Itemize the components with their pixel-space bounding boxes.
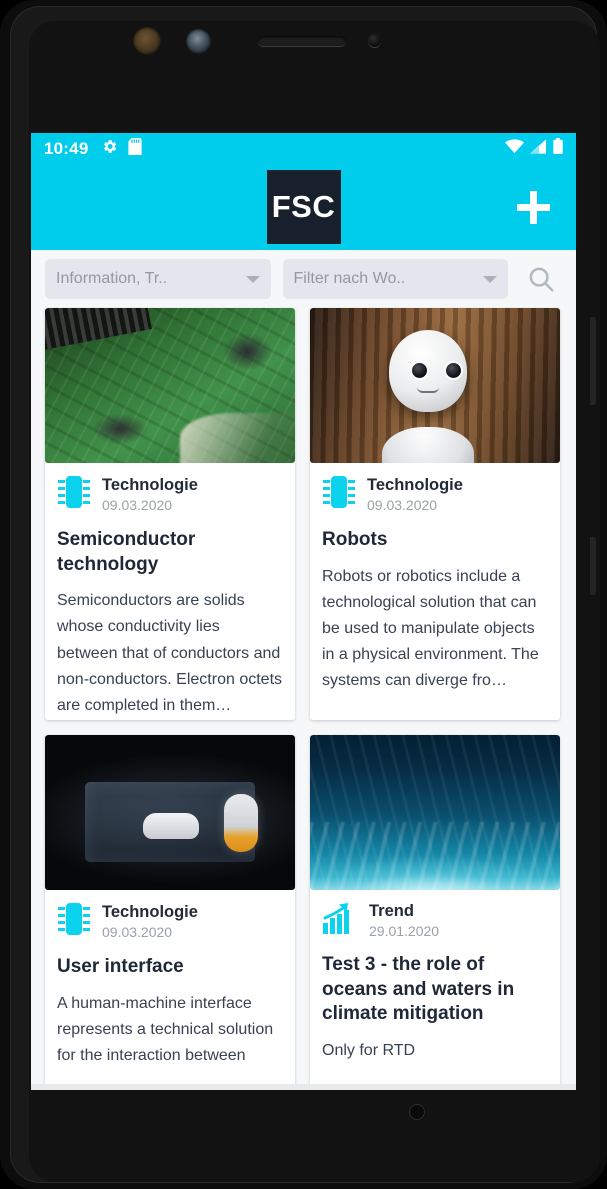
chevron-down-icon [483,275,497,283]
list-item[interactable]: Trend 29.01.2020 Test 3 - the role of oc… [310,735,560,1084]
proximity-sensor-icon [133,27,161,55]
article-card-grid: Technologie 09.03.2020 Semiconductor tec… [31,308,576,1084]
card-meta: Technologie 09.03.2020 [310,463,560,515]
card-date: 29.01.2020 [369,923,440,939]
card-date: 09.03.2020 [102,497,173,513]
signal-icon [530,139,547,159]
card-body: Robots or robotics include a technologic… [322,567,539,689]
light-sensor-icon [368,34,381,47]
word-filter-dropdown[interactable]: Filter nach Wo.. [282,259,508,299]
search-button[interactable] [520,258,562,300]
gear-icon [101,138,118,160]
trend-chart-icon [322,901,358,940]
card-body: Only for RTD [322,1042,416,1060]
battery-icon [553,138,563,159]
card-category: Trend [369,902,414,920]
add-button[interactable] [511,185,555,229]
list-item[interactable]: Technologie 09.03.2020 Semiconductor tec… [45,308,295,720]
card-title: Semiconductor technology [57,529,196,575]
sd-card-icon [128,137,143,160]
app-logo[interactable]: FSC [266,170,341,244]
list-item[interactable]: Technologie 09.03.2020 Robots Robots or … [310,308,560,720]
card-body: Semiconductors are solids whose conducti… [57,592,283,714]
microchip-icon [57,901,91,942]
microchip-icon [57,474,91,515]
card-body: A human-machine interface represents a t… [57,994,274,1064]
card-image-car-dashboard [45,735,295,890]
app-bar: FSC [31,164,576,250]
card-title: User interface [57,956,184,977]
card-date: 09.03.2020 [102,924,173,940]
phone-frame: 10:49 FSC Information, Tr.. Filter nach … [0,0,607,1189]
phone-screen: 10:49 FSC Information, Tr.. Filter nach … [31,133,576,1084]
card-image-ocean [310,735,560,890]
status-bar: 10:49 [31,133,576,164]
front-camera-icon [186,29,211,54]
card-meta: Trend 29.01.2020 [310,890,560,940]
home-sensor-icon [409,1104,425,1120]
robot-mouth [416,387,439,394]
card-category: Technologie [102,476,198,494]
card-category: Technologie [367,476,463,494]
category-filter-value: Information, Tr.. [56,270,168,287]
card-category: Technologie [102,903,198,921]
plus-icon-vertical [529,190,537,224]
status-time: 10:49 [44,138,89,158]
robot-eye-left [410,360,429,380]
robot-eye-right [443,360,463,380]
card-title: Robots [322,529,388,550]
volume-button[interactable] [590,317,596,405]
card-image-robot [310,308,560,463]
card-meta: Technologie 09.03.2020 [45,463,295,515]
search-icon [529,267,554,292]
power-button[interactable] [590,537,596,595]
filter-bar: Information, Tr.. Filter nach Wo.. [31,250,576,308]
list-item[interactable]: Technologie 09.03.2020 User interface A … [45,735,295,1084]
wifi-icon [505,139,524,159]
earpiece-speaker [258,36,346,46]
microchip-icon [322,474,356,515]
dashboard-car-graphic [142,812,199,839]
category-filter-dropdown[interactable]: Information, Tr.. [45,259,271,299]
word-filter-value: Filter nach Wo.. [293,270,406,287]
card-image-circuit-board [45,308,295,463]
screen-bottom-edge [31,1084,576,1090]
card-date: 09.03.2020 [367,497,438,513]
chevron-down-icon [245,275,260,283]
card-title: Test 3 - the role of oceans and waters i… [322,954,515,1025]
card-meta: Technologie 09.03.2020 [45,890,295,942]
